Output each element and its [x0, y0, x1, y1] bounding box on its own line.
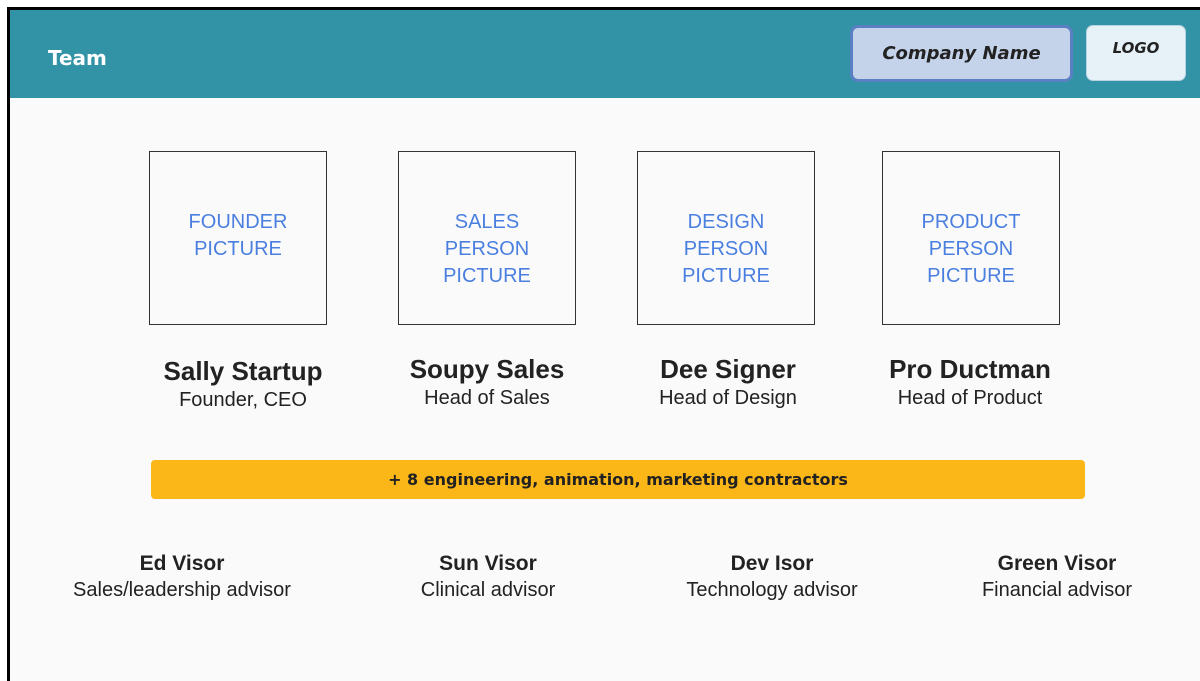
member-name: Soupy Sales	[409, 354, 565, 384]
picture-label: DESIGN PERSON PICTURE	[682, 211, 770, 287]
team-member-design: Dee Signer Head of Design	[608, 353, 848, 411]
advisor-role: Sales/leadership advisor	[73, 579, 291, 601]
member-role: Founder, CEO	[179, 389, 307, 411]
team-member-sales: Soupy Sales Head of Sales	[367, 353, 607, 411]
advisor-name: Dev Isor	[730, 552, 814, 575]
advisor-role: Technology advisor	[686, 579, 858, 601]
advisor-item: Green Visor Financial advisor	[917, 550, 1197, 603]
picture-label: FOUNDER PICTURE	[188, 211, 288, 260]
company-name-box: Company Name	[850, 25, 1073, 82]
advisor-name: Sun Visor	[439, 552, 537, 575]
advisor-name: Ed Visor	[139, 552, 225, 575]
member-name: Dee Signer	[660, 354, 796, 384]
advisor-role: Clinical advisor	[420, 579, 556, 601]
logo-placeholder: LOGO	[1086, 25, 1186, 81]
advisor-item: Dev Isor Technology advisor	[632, 550, 912, 603]
advisor-item: Ed Visor Sales/leadership advisor	[42, 550, 322, 603]
sales-person-picture-placeholder: SALES PERSON PICTURE	[398, 151, 576, 325]
advisor-item: Sun Visor Clinical advisor	[348, 550, 628, 603]
member-role: Head of Design	[659, 387, 797, 409]
team-slide: Team Company Name LOGO FOUNDER PICTURE S…	[7, 7, 1200, 681]
product-person-picture-placeholder: PRODUCT PERSON PICTURE	[882, 151, 1060, 325]
team-member-founder: Sally Startup Founder, CEO	[123, 355, 363, 413]
team-member-product: Pro Ductman Head of Product	[850, 353, 1090, 411]
header-bar: Team Company Name LOGO	[10, 10, 1200, 98]
page-title: Team	[48, 46, 107, 70]
design-person-picture-placeholder: DESIGN PERSON PICTURE	[637, 151, 815, 325]
member-name: Pro Ductman	[889, 354, 1051, 384]
member-name: Sally Startup	[163, 356, 323, 386]
contractors-banner: + 8 engineering, animation, marketing co…	[151, 460, 1085, 499]
member-role: Head of Product	[897, 387, 1043, 409]
founder-picture-placeholder: FOUNDER PICTURE	[149, 151, 327, 325]
picture-label: PRODUCT PERSON PICTURE	[921, 211, 1021, 287]
advisor-name: Green Visor	[997, 552, 1117, 575]
picture-label: SALES PERSON PICTURE	[443, 211, 531, 287]
advisor-role: Financial advisor	[981, 579, 1133, 601]
member-role: Head of Sales	[424, 387, 550, 409]
